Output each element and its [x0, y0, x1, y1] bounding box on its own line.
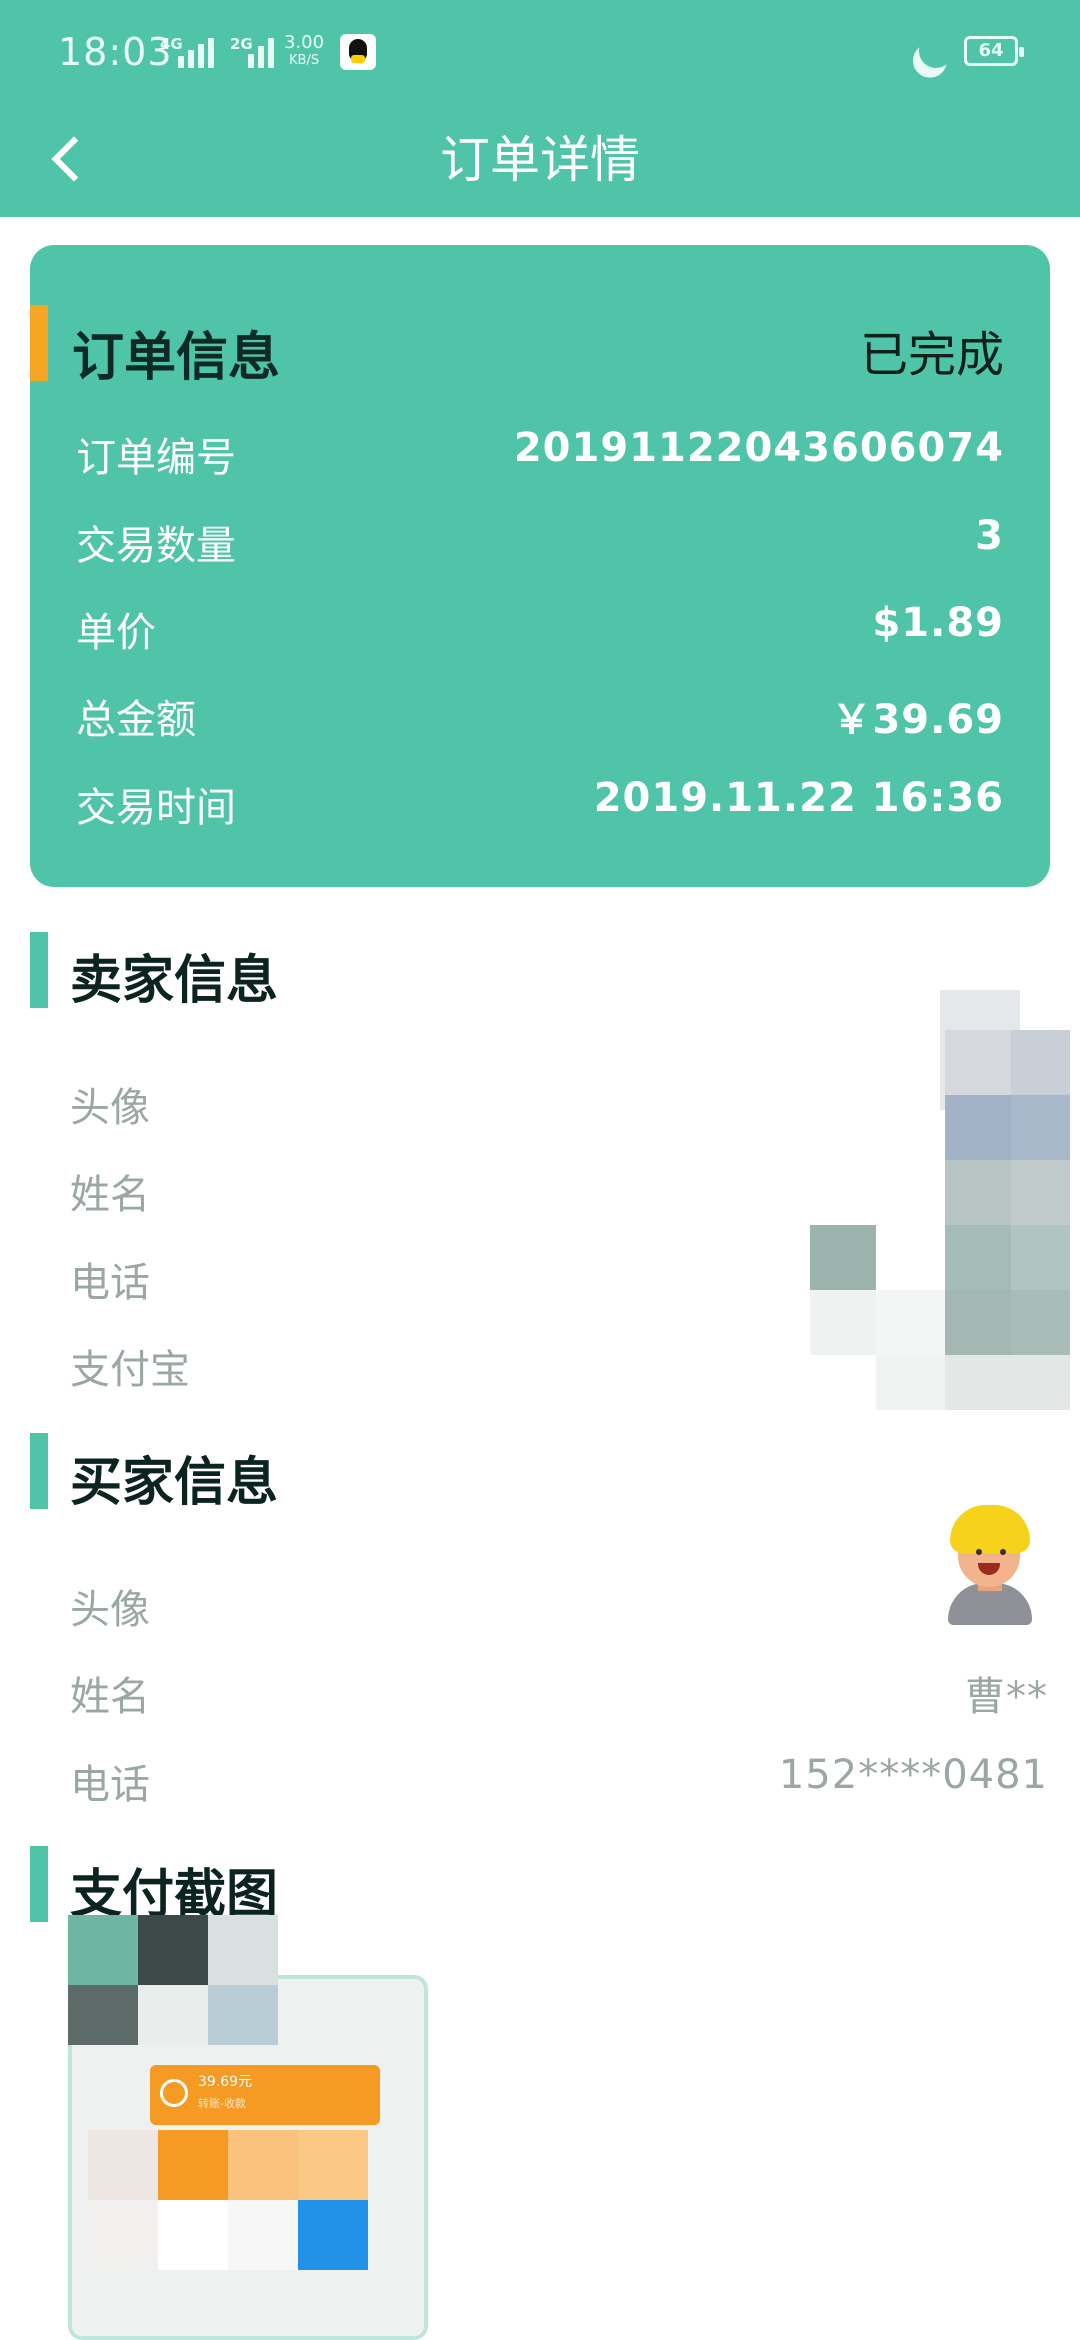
- trade-time-value: 2019.11.22 16:36: [593, 775, 1004, 821]
- transfer-note: 转账-收款: [198, 2097, 246, 2110]
- buyer-section-bar: [30, 1433, 48, 1509]
- seller-name-label: 姓名: [70, 1172, 150, 1218]
- buyer-phone-value: 152****0481: [778, 1752, 1048, 1798]
- moon-icon: [914, 29, 958, 73]
- seller-redacted-mosaic: [790, 990, 1080, 1430]
- seller-phone-label: 电话: [70, 1260, 150, 1306]
- order-status: 已完成: [859, 327, 1004, 383]
- buyer-avatar-label: 头像: [70, 1587, 150, 1633]
- total-amount-value: ￥39.69: [831, 697, 1004, 743]
- unit-price-label: 单价: [76, 610, 156, 656]
- network-speed: 3.00 KB/S: [284, 32, 325, 69]
- payment-section-bar: [30, 1846, 48, 1922]
- signal-icon-2: [248, 32, 278, 68]
- seller-alipay-label: 支付宝: [70, 1347, 190, 1393]
- order-number-value: 20191122043606074: [513, 425, 1004, 471]
- quantity-value: 3: [975, 513, 1004, 559]
- total-amount-label: 总金额: [76, 697, 196, 743]
- transfer-icon: [160, 2079, 188, 2107]
- buyer-name-label: 姓名: [70, 1674, 150, 1720]
- order-number-label: 订单编号: [76, 435, 236, 481]
- buyer-phone-label: 电话: [70, 1762, 150, 1808]
- order-info-card: 订单信息 已完成 订单编号 20191122043606074 交易数量 3 单…: [30, 245, 1050, 887]
- status-bar: 18:03 4G 2G 3.00 KB/S 64: [0, 0, 1080, 105]
- seller-avatar-label: 头像: [70, 1085, 150, 1131]
- page-title: 订单详情: [440, 131, 640, 189]
- transfer-amount: 39.69元: [198, 2074, 253, 2090]
- buyer-name-value: 曹**: [965, 1674, 1048, 1720]
- battery-icon: 64: [964, 36, 1024, 66]
- transfer-bubble: 39.69元 转账-收款: [150, 2065, 380, 2125]
- app-header: 订单详情: [0, 105, 1080, 217]
- section-accent-bar: [30, 305, 48, 381]
- quantity-label: 交易数量: [76, 523, 236, 569]
- seller-section-bar: [30, 932, 48, 1008]
- trade-time-label: 交易时间: [76, 785, 236, 831]
- unit-price-value: $1.89: [872, 600, 1004, 646]
- payment-screenshot-image[interactable]: 39.69元 转账-收款: [68, 1915, 428, 2340]
- status-time: 18:03: [58, 30, 173, 74]
- order-info-title: 订单信息: [72, 328, 281, 388]
- seller-info-title: 卖家信息: [70, 951, 279, 1011]
- signal-icon: [178, 32, 218, 68]
- qq-icon: [340, 34, 376, 70]
- buyer-info-title: 买家信息: [70, 1453, 279, 1513]
- buyer-avatar: [940, 1505, 1040, 1625]
